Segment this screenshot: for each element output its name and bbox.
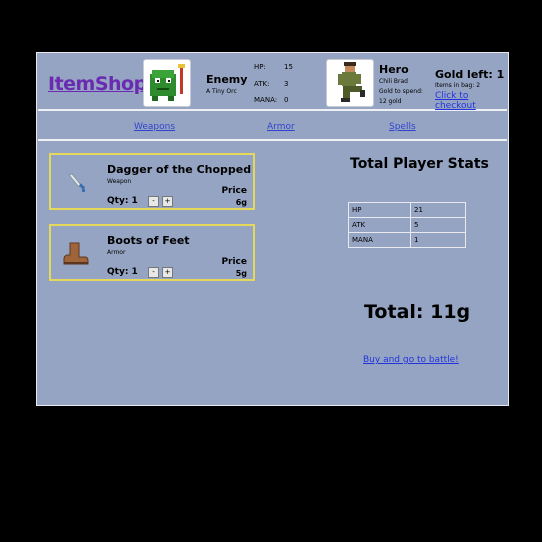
- decrease-qty-button[interactable]: -: [148, 267, 159, 278]
- tab-armor[interactable]: Armor: [267, 122, 295, 132]
- boot-icon: [63, 242, 89, 265]
- buy-and-battle-link[interactable]: Buy and go to battle!: [363, 355, 459, 365]
- table-row: ATK 5: [348, 217, 466, 233]
- item-name: Dagger of the Chopped: [107, 163, 252, 176]
- table-row: HP 21: [348, 202, 466, 218]
- cart-item: Dagger of the Chopped Weapon Qty: 1 - + …: [49, 153, 255, 210]
- logo[interactable]: ItemShop: [48, 73, 147, 95]
- hero-gold: 12 gold: [379, 98, 402, 105]
- hero-icon: [338, 62, 365, 102]
- gold-left: Gold left: 1: [435, 68, 505, 81]
- enemy-stat-hp: HP: 15: [254, 63, 293, 71]
- price-label: Price: [221, 186, 247, 196]
- stat-label: ATK:: [254, 80, 270, 88]
- stat-label: HP:: [254, 63, 266, 71]
- category-nav: Weapons Armor Spells: [38, 113, 507, 141]
- hero-gold-label: Gold to spend:: [379, 88, 423, 95]
- tab-weapons[interactable]: Weapons: [134, 122, 175, 132]
- stat-value: 1: [410, 232, 466, 248]
- hero-player: Chili Brad: [379, 78, 408, 85]
- enemy-name: Enemy: [206, 73, 248, 86]
- orc-icon: [150, 64, 185, 101]
- item-price: 5g: [235, 269, 247, 278]
- items-in-bag: Items in bag: 2: [435, 82, 481, 89]
- hero-portrait: [326, 59, 374, 107]
- enemy-subtitle: A Tiny Orc: [206, 88, 237, 95]
- stat-value: 0: [284, 96, 289, 104]
- enemy-stat-mana: MANA: 0: [254, 96, 288, 104]
- cart-total: Total: 11g: [364, 301, 471, 323]
- stat-name: ATK: [348, 217, 411, 233]
- item-shop-app: ItemShop Enemy A Tiny Orc HP: 15 ATK: 3: [36, 52, 509, 406]
- item-type: Weapon: [107, 178, 132, 185]
- table-row: MANA 1: [348, 232, 466, 248]
- increase-qty-button[interactable]: +: [162, 267, 173, 278]
- hero-name: Hero: [379, 63, 409, 76]
- item-price: 6g: [235, 198, 247, 207]
- enemy-portrait: [143, 59, 191, 107]
- player-stats-table: HP 21 ATK 5 MANA 1: [348, 202, 466, 248]
- stat-name: MANA: [348, 232, 411, 248]
- header: ItemShop Enemy A Tiny Orc HP: 15 ATK: 3: [38, 54, 507, 111]
- decrease-qty-button[interactable]: -: [148, 196, 159, 207]
- increase-qty-button[interactable]: +: [162, 196, 173, 207]
- stat-label: MANA:: [254, 96, 278, 104]
- checkout-link[interactable]: Click to checkout: [435, 91, 507, 111]
- stat-name: HP: [348, 202, 411, 218]
- stat-value: 5: [410, 217, 466, 233]
- cart-item: Boots of Feet Armor Qty: 1 - + Price 5g: [49, 224, 255, 281]
- player-stats-title: Total Player Stats: [350, 156, 489, 172]
- stat-value: 21: [410, 202, 466, 218]
- item-type: Armor: [107, 249, 126, 256]
- item-qty: Qty: 1: [107, 196, 138, 206]
- stat-value: 3: [284, 80, 289, 88]
- tab-spells[interactable]: Spells: [389, 122, 416, 132]
- item-name: Boots of Feet: [107, 234, 190, 247]
- enemy-stat-atk: ATK: 3: [254, 80, 288, 88]
- stat-value: 15: [284, 63, 293, 71]
- price-label: Price: [221, 257, 247, 267]
- dagger-icon: [68, 173, 86, 192]
- item-qty: Qty: 1: [107, 267, 138, 277]
